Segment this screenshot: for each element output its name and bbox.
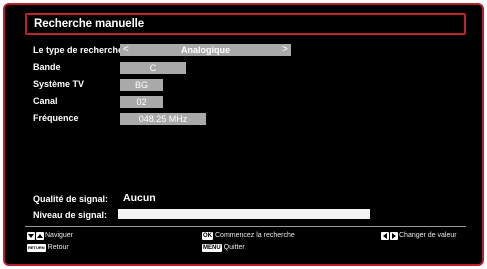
search-type-label: Le type de recherche [33, 45, 124, 55]
signal-quality-value: Aucun [123, 192, 156, 204]
menu-key: MENU [202, 244, 222, 252]
arrow-left-icon[interactable]: < [123, 44, 129, 55]
navigate-text: Naviguer [45, 232, 74, 239]
signal-quality-label: Qualité de signal: [33, 194, 109, 204]
help-change: Changer de valeur [381, 231, 457, 242]
arrow-right-icon[interactable]: > [282, 44, 288, 55]
band-field[interactable]: C [120, 62, 186, 74]
help-menu: MENU Quitter [202, 243, 245, 254]
help-navigate: Naviguer [27, 231, 73, 242]
help-ok: OK Commencez la recherche [202, 231, 295, 242]
search-type-value: Analogique [181, 45, 230, 55]
signal-level-bar [118, 209, 370, 219]
arrow-up-key-icon [36, 232, 44, 240]
channel-label: Canal [33, 96, 58, 106]
help-return: RETURN Retour [27, 243, 69, 254]
quit-text: Quitter [223, 244, 245, 251]
arrow-down-key-icon [27, 232, 35, 240]
tv-system-label: Système TV [33, 79, 85, 89]
start-search-text: Commencez la recherche [215, 232, 295, 239]
signal-level-label: Niveau de signal: [33, 210, 108, 220]
ok-key: OK [202, 232, 213, 240]
arrow-left-key-icon [381, 232, 389, 240]
return-text: Retour [47, 244, 69, 251]
frequency-label: Fréquence [33, 113, 79, 123]
menu-title: Recherche manuelle [25, 13, 466, 35]
arrow-right-key-icon [390, 232, 398, 240]
tv-system-field[interactable]: BG [120, 79, 163, 91]
return-key: RETURN [27, 244, 46, 252]
change-value-text: Changer de valeur [399, 232, 457, 239]
channel-field[interactable]: 02 [120, 96, 163, 108]
footer-divider [25, 226, 466, 227]
search-type-selector[interactable]: < Analogique > [120, 44, 291, 56]
band-label: Bande [33, 62, 61, 72]
frequency-field[interactable]: 048.25 MHz [120, 113, 206, 125]
